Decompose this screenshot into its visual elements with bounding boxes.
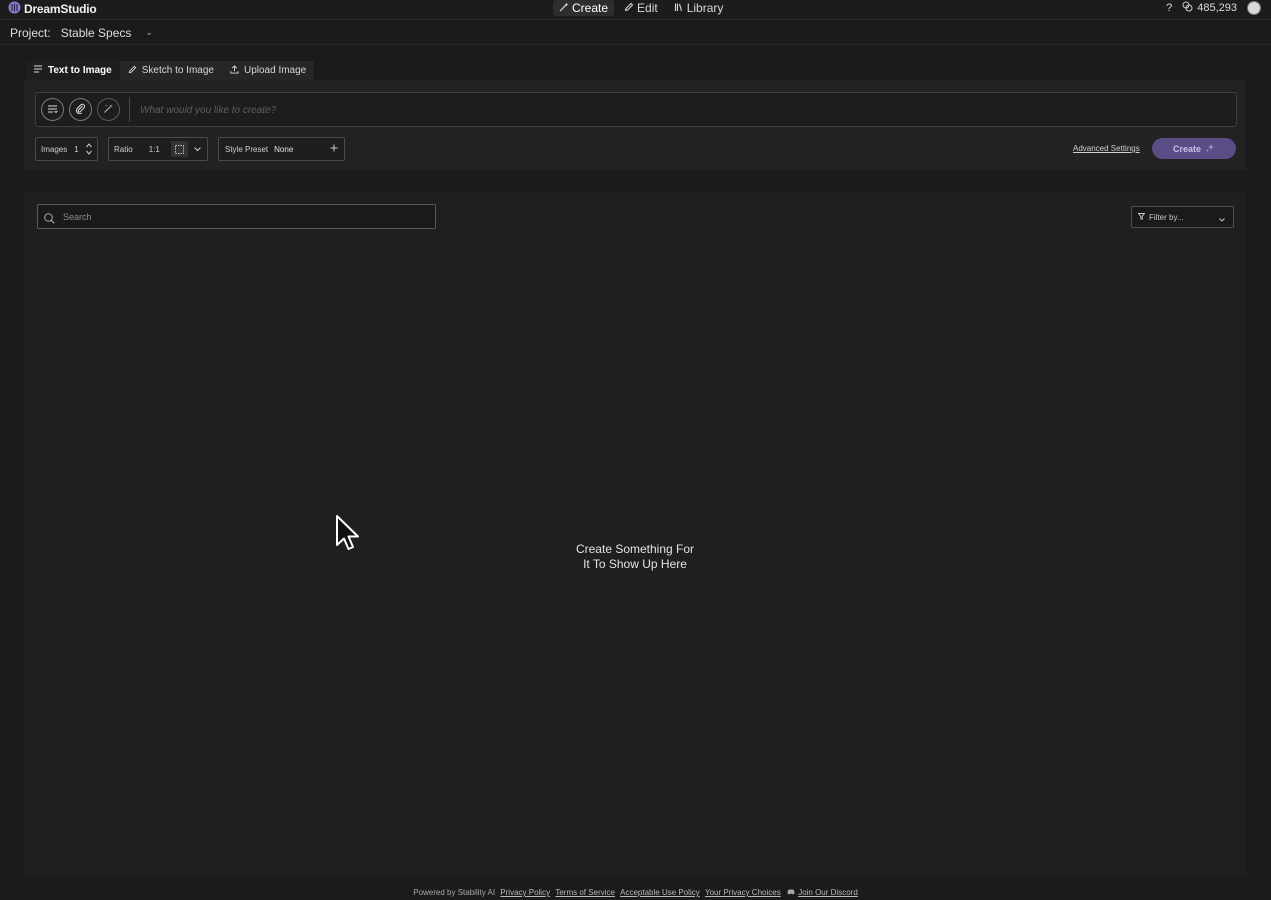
nav-create-label: Create xyxy=(572,1,609,15)
attach-button[interactable] xyxy=(69,98,92,121)
nav-edit[interactable]: Edit xyxy=(618,0,664,16)
nav-library-label: Library xyxy=(686,1,724,15)
gallery-panel xyxy=(24,191,1246,875)
advanced-settings-link[interactable]: Advanced Settings xyxy=(1073,144,1140,153)
terms-of-service-link[interactable]: Terms of Service xyxy=(555,888,615,897)
tab-sketch-to-image-label: Sketch to Image xyxy=(141,65,214,76)
plus-icon[interactable] xyxy=(330,144,338,154)
tab-text-to-image[interactable]: Text to Image xyxy=(26,61,120,80)
mouse-cursor-icon xyxy=(335,514,360,557)
images-count-control[interactable]: Images 1 xyxy=(35,137,98,161)
acceptable-use-policy-link[interactable]: Acceptable Use Policy xyxy=(620,888,700,897)
search-box xyxy=(37,204,436,229)
enhance-prompt-button[interactable] xyxy=(97,98,120,121)
library-icon xyxy=(674,1,684,15)
images-value: 1 xyxy=(74,144,79,154)
empty-state-line-2: It To Show Up Here xyxy=(583,557,687,571)
text-lines-icon xyxy=(47,101,58,119)
nav-library[interactable]: Library xyxy=(668,0,730,16)
main-nav: Create Edit Library xyxy=(553,0,729,16)
pencil-icon xyxy=(624,1,634,15)
discord-icon xyxy=(787,888,795,897)
stepper-arrows-icon[interactable] xyxy=(85,141,93,159)
app-logo[interactable]: DreamStudio xyxy=(8,1,97,17)
tab-upload-image-label: Upload Image xyxy=(243,65,307,76)
nav-create[interactable]: Create xyxy=(553,0,615,16)
credits-display[interactable]: 485,293 xyxy=(1182,1,1237,15)
empty-state-message: Create Something For It To Show Up Here xyxy=(535,542,735,572)
privacy-choices-link[interactable]: Your Privacy Choices xyxy=(705,888,781,897)
top-right-controls: ? 485,293 xyxy=(1166,1,1261,15)
create-button-label: Create xyxy=(1172,143,1201,154)
magic-wand-icon xyxy=(103,101,114,119)
join-discord-link[interactable]: Join Our Discord xyxy=(798,888,858,897)
style-preset-control[interactable]: Style Preset None xyxy=(218,137,345,161)
chevron-down-icon[interactable]: ⌄ xyxy=(145,27,153,38)
credits-icon xyxy=(1182,1,1193,15)
prompt-divider xyxy=(129,97,130,122)
privacy-policy-link[interactable]: Privacy Policy xyxy=(500,888,550,897)
mode-tabs: Text to Image Sketch to Image Upload Ima… xyxy=(26,61,315,80)
avatar[interactable] xyxy=(1247,1,1261,15)
ratio-value: 1:1 xyxy=(148,144,160,154)
dreamstudio-logo-icon xyxy=(8,1,21,17)
style-preset-value: None xyxy=(274,144,294,154)
ratio-control[interactable]: Ratio 1:1 xyxy=(108,137,208,161)
tab-text-to-image-label: Text to Image xyxy=(48,65,112,76)
tab-upload-image[interactable]: Upload Image xyxy=(221,61,315,80)
search-icon xyxy=(44,211,55,229)
tab-sketch-to-image[interactable]: Sketch to Image xyxy=(119,61,222,80)
top-bar: DreamStudio Create Edit Library ? 485,29… xyxy=(0,0,1271,20)
style-preset-label: Style Preset xyxy=(225,144,269,154)
prompt-box xyxy=(35,92,1237,127)
chevron-down-icon xyxy=(1219,215,1225,224)
images-label: Images xyxy=(41,144,68,154)
prompt-input[interactable] xyxy=(140,101,1220,119)
aspect-frame-icon[interactable] xyxy=(171,141,188,157)
credits-value: 485,293 xyxy=(1197,2,1237,14)
create-button[interactable]: Create xyxy=(1152,138,1236,159)
project-label: Project: xyxy=(10,25,51,40)
pencil-icon xyxy=(128,65,137,77)
upload-icon xyxy=(230,64,239,77)
text-lines-icon xyxy=(34,65,43,76)
empty-state-line-1: Create Something For xyxy=(575,542,695,556)
help-button[interactable]: ? xyxy=(1166,2,1172,14)
prompt-list-button[interactable] xyxy=(41,98,64,121)
nav-edit-label: Edit xyxy=(637,1,658,15)
project-selector[interactable]: Stable Specs xyxy=(61,26,132,40)
sparkle-icon xyxy=(1205,143,1215,155)
magic-wand-icon xyxy=(559,1,569,15)
powered-by-text: Powered by Stability AI xyxy=(413,888,496,897)
filter-icon xyxy=(1137,213,1146,222)
paperclip-icon xyxy=(75,101,86,119)
chevron-down-icon[interactable] xyxy=(194,145,201,154)
ratio-label: Ratio xyxy=(114,144,133,154)
app-name: DreamStudio xyxy=(24,2,97,16)
filter-dropdown[interactable]: Filter by... xyxy=(1131,206,1234,228)
filter-placeholder: Filter by... xyxy=(1149,212,1184,222)
project-bar: Project: Stable Specs ⌄ xyxy=(0,21,1271,45)
search-input[interactable] xyxy=(63,209,423,225)
footer: Powered by Stability AI Privacy Policy T… xyxy=(0,888,1271,897)
